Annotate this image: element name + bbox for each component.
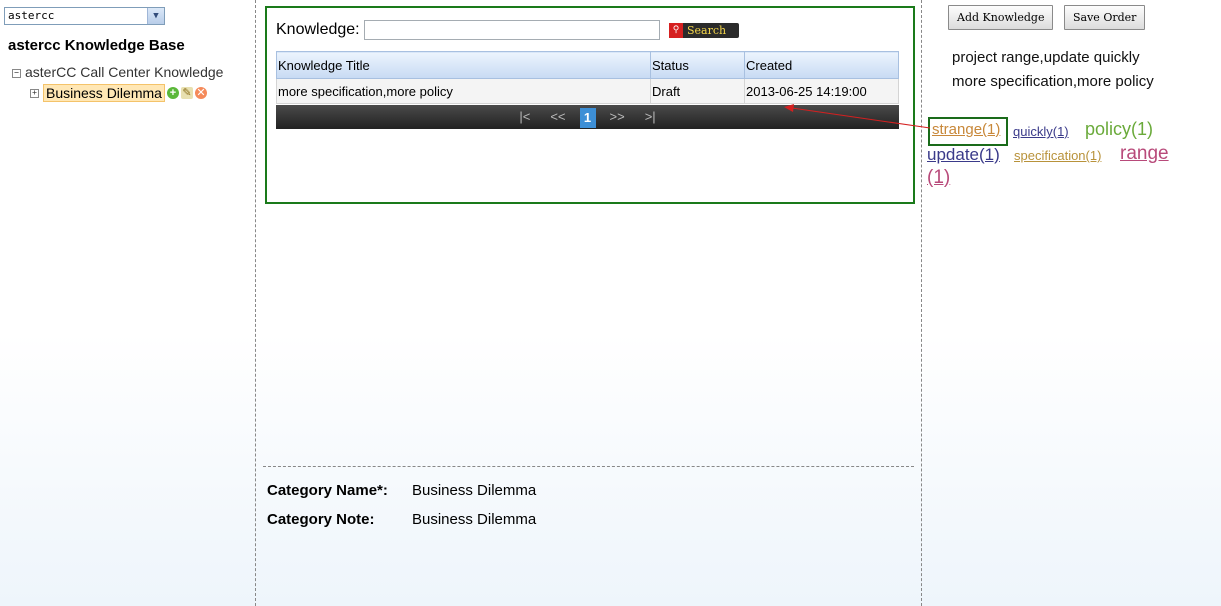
table-header-row: Knowledge Title Status Created — [276, 51, 899, 79]
category-note-label: Category Note: — [267, 511, 375, 528]
chevron-down-icon[interactable]: ▼ — [147, 8, 164, 24]
left-sidebar: astercc ▼ astercc Knowledge Base − asterC… — [0, 0, 256, 606]
pager-first-button[interactable]: |< — [519, 105, 530, 129]
tree-node-business-dilemma[interactable]: + Business Dilemma + ✎ ✕ — [30, 84, 207, 103]
collapse-icon[interactable]: − — [12, 68, 21, 78]
add-knowledge-button[interactable]: Add Knowledge — [948, 5, 1054, 30]
tag-strange[interactable]: strange(1) — [932, 121, 1000, 138]
cell-title[interactable]: more specification,more policy — [276, 78, 651, 104]
tag-range[interactable]: range — [1120, 143, 1169, 165]
category-name-value: Business Dilemma — [412, 482, 537, 499]
tree-root-node[interactable]: − asterCC Call Center Knowledge — [12, 64, 255, 80]
delete-icon[interactable]: ✕ — [194, 87, 207, 100]
save-order-button[interactable]: Save Order — [1064, 5, 1146, 30]
knowledge-base-select-value: astercc — [8, 9, 55, 22]
category-note-value: Business Dilemma — [412, 511, 537, 528]
knowledge-base-select[interactable]: astercc ▼ — [4, 7, 165, 25]
pager-current-page[interactable]: 1 — [579, 107, 596, 128]
tag-policy[interactable]: policy(1) — [1085, 119, 1153, 140]
edit-icon[interactable]: ✎ — [180, 87, 193, 100]
search-icon: ⚲ — [669, 23, 683, 38]
annotation-arrow-head — [784, 104, 794, 112]
tag-specification[interactable]: specification(1) — [1014, 148, 1101, 163]
pager-next-button[interactable]: >> — [610, 105, 625, 129]
tag-range-count[interactable]: (1) — [927, 167, 950, 189]
knowledge-table: Knowledge Title Status Created more spec… — [276, 51, 899, 104]
pager-last-button[interactable]: >| — [645, 105, 656, 129]
column-header-created[interactable]: Created — [744, 51, 899, 79]
category-name-label: Category Name*: — [267, 482, 388, 499]
pager-prev-button[interactable]: << — [550, 105, 565, 129]
column-header-title[interactable]: Knowledge Title — [276, 51, 651, 79]
tag-update[interactable]: update(1) — [927, 145, 1000, 165]
search-button-label: Search — [687, 24, 727, 37]
knowledge-search-input[interactable] — [364, 20, 660, 40]
knowledge-label: Knowledge: — [276, 21, 360, 38]
category-name-row: Category Name*: Business Dilemma — [267, 482, 536, 499]
category-note-row: Category Note: Business Dilemma — [267, 511, 536, 528]
keyword-summary: project range,update quickly more specif… — [952, 46, 1154, 94]
annotation-arrow — [784, 104, 931, 129]
section-divider — [263, 466, 914, 467]
summary-line: more specification,more policy — [952, 73, 1154, 90]
add-icon[interactable]: + — [166, 87, 179, 100]
tag-quickly[interactable]: quickly(1) — [1013, 124, 1069, 139]
column-header-status[interactable]: Status — [650, 51, 745, 79]
search-button[interactable]: ⚲ Search — [669, 23, 739, 38]
expand-icon[interactable]: + — [30, 88, 39, 98]
tree-root-label[interactable]: asterCC Call Center Knowledge — [25, 64, 223, 80]
cell-status: Draft — [650, 78, 745, 104]
kb-title: astercc Knowledge Base — [8, 37, 185, 54]
annotation-arrow-line — [791, 107, 931, 129]
tree-child-label[interactable]: Business Dilemma — [43, 84, 165, 103]
summary-line: project range,update quickly — [952, 49, 1140, 66]
